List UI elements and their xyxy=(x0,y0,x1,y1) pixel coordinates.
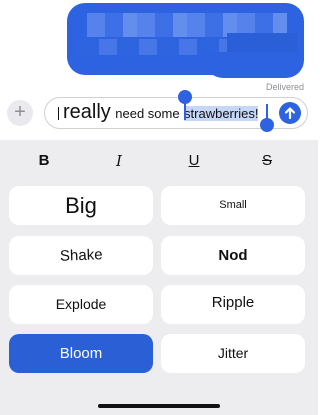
selection-start-stem xyxy=(184,102,186,120)
bold-button[interactable]: B xyxy=(29,152,59,169)
message-text: really need some strawberries! xyxy=(63,101,259,124)
effect-label: Ripple xyxy=(211,294,255,311)
text-cursor xyxy=(58,107,59,120)
effect-shake-button[interactable]: Shake xyxy=(9,236,153,275)
effect-label: Nod xyxy=(218,247,248,264)
send-button[interactable] xyxy=(279,102,301,124)
message-text-plain: need some xyxy=(115,106,180,121)
selection-start-handle[interactable] xyxy=(178,90,192,104)
effect-label: Small xyxy=(219,199,247,211)
effect-label: Explode xyxy=(55,296,107,312)
selection-end-handle[interactable] xyxy=(260,118,274,132)
effect-jitter-button[interactable]: Jitter xyxy=(161,334,305,373)
italic-button[interactable]: I xyxy=(104,152,134,170)
arrow-up-icon xyxy=(284,107,296,120)
delivery-status: Delivered xyxy=(265,82,304,92)
effect-small-button[interactable]: Small xyxy=(161,186,305,225)
effect-explode-button[interactable]: Explode xyxy=(9,285,153,324)
effect-label: Jitter xyxy=(217,345,249,361)
text-effects-panel: B I U S Big Small Shake Nod Explode Ripp… xyxy=(0,140,318,415)
effect-big-button[interactable]: Big xyxy=(9,186,153,225)
effect-label: Big xyxy=(65,193,97,218)
strikethrough-button[interactable]: S xyxy=(252,152,282,169)
plus-icon: + xyxy=(14,101,26,123)
message-word-big: really xyxy=(63,101,111,123)
effect-label: Shake xyxy=(59,246,103,265)
effect-nod-button[interactable]: Nod xyxy=(161,236,305,275)
effect-ripple-button[interactable]: Ripple xyxy=(161,285,305,324)
underline-button[interactable]: U xyxy=(179,152,209,169)
conversation-area: Delivered + really need some strawberrie… xyxy=(0,0,318,140)
selected-text[interactable]: strawberries! xyxy=(184,106,259,121)
format-toolbar: B I U S xyxy=(0,140,318,184)
add-attachment-button[interactable]: + xyxy=(7,100,33,126)
effect-bloom-button[interactable]: Bloom xyxy=(9,334,153,373)
effect-label: Bloom xyxy=(59,345,103,362)
home-indicator[interactable] xyxy=(98,404,220,408)
sent-message-bubble-tail xyxy=(205,52,304,78)
